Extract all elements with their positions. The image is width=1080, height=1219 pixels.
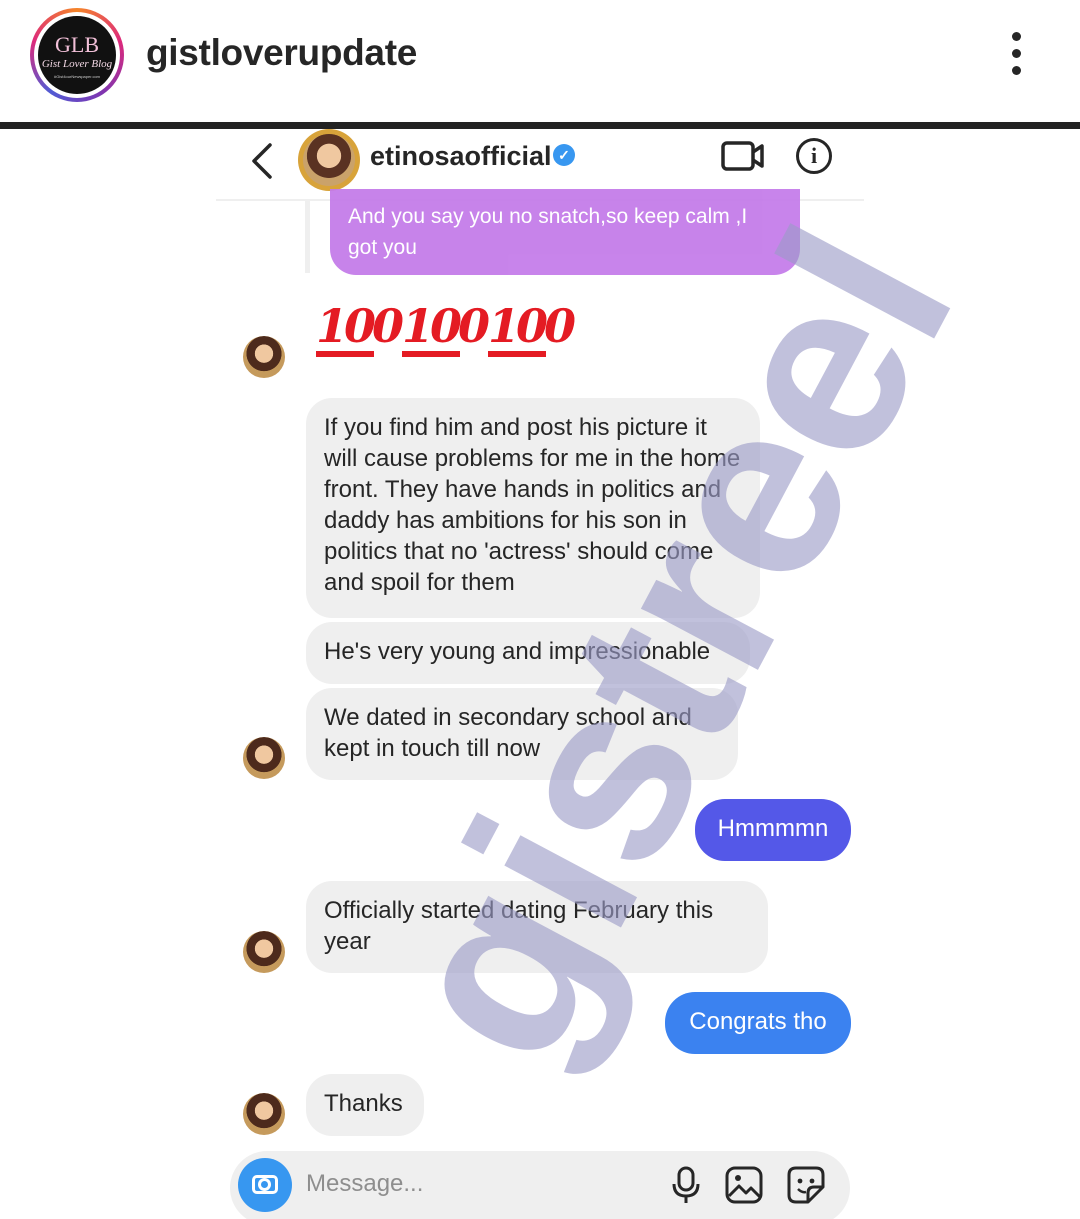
contact-name[interactable]: etinosaofficial [370,141,552,172]
dm-screenshot: etinosaofficial ✓ i And you say you no s… [216,129,864,1219]
image-icon[interactable] [724,1165,764,1205]
sticker-icon[interactable] [786,1165,826,1205]
verified-badge-icon: ✓ [553,144,575,166]
avatar [243,1093,285,1135]
received-message-bubble[interactable]: If you find him and post his picture it … [306,398,760,618]
info-icon[interactable]: i [796,138,832,174]
vertical-ellipsis-icon[interactable] [1008,32,1024,78]
avatar [243,737,285,779]
contact-avatar[interactable] [298,129,360,191]
received-message-bubble[interactable]: Thanks [306,1074,424,1136]
received-message-bubble[interactable]: He's very young and impressionable [306,622,750,684]
avatar [243,336,285,378]
sent-message-bubble[interactable]: Hmmmmn [695,799,851,861]
story-ring[interactable]: GLB Gist Lover Blog #Gist4ourNewspaper.c… [30,8,124,102]
message-composer[interactable]: Message... [230,1151,850,1219]
header-divider [0,122,1080,129]
reply-indicator [305,201,310,273]
post-header: GLB Gist Lover Blog #Gist4ourNewspaper.c… [0,0,1080,122]
sent-message-bubble[interactable]: And you say you no snatch,so keep calm ,… [330,189,800,275]
chevron-left-icon[interactable] [250,142,274,189]
post-username[interactable]: gistloverupdate [146,32,417,74]
hundred-emoji-icon[interactable]: 100 [488,299,576,357]
profile-logo: GLB Gist Lover Blog #Gist4ourNewspaper.c… [38,16,116,94]
hundred-emoji-icon[interactable]: 100 [402,299,490,357]
hundred-emoji-icon[interactable]: 100 [316,299,404,357]
video-call-icon[interactable] [721,141,765,171]
received-message-bubble[interactable]: We dated in secondary school and kept in… [306,688,738,780]
sent-message-bubble[interactable]: Congrats tho [665,992,851,1054]
camera-icon[interactable] [238,1158,292,1212]
avatar [243,931,285,973]
received-message-bubble[interactable]: Officially started dating February this … [306,881,768,973]
message-input[interactable]: Message... [306,1170,423,1198]
microphone-icon[interactable] [666,1165,706,1205]
